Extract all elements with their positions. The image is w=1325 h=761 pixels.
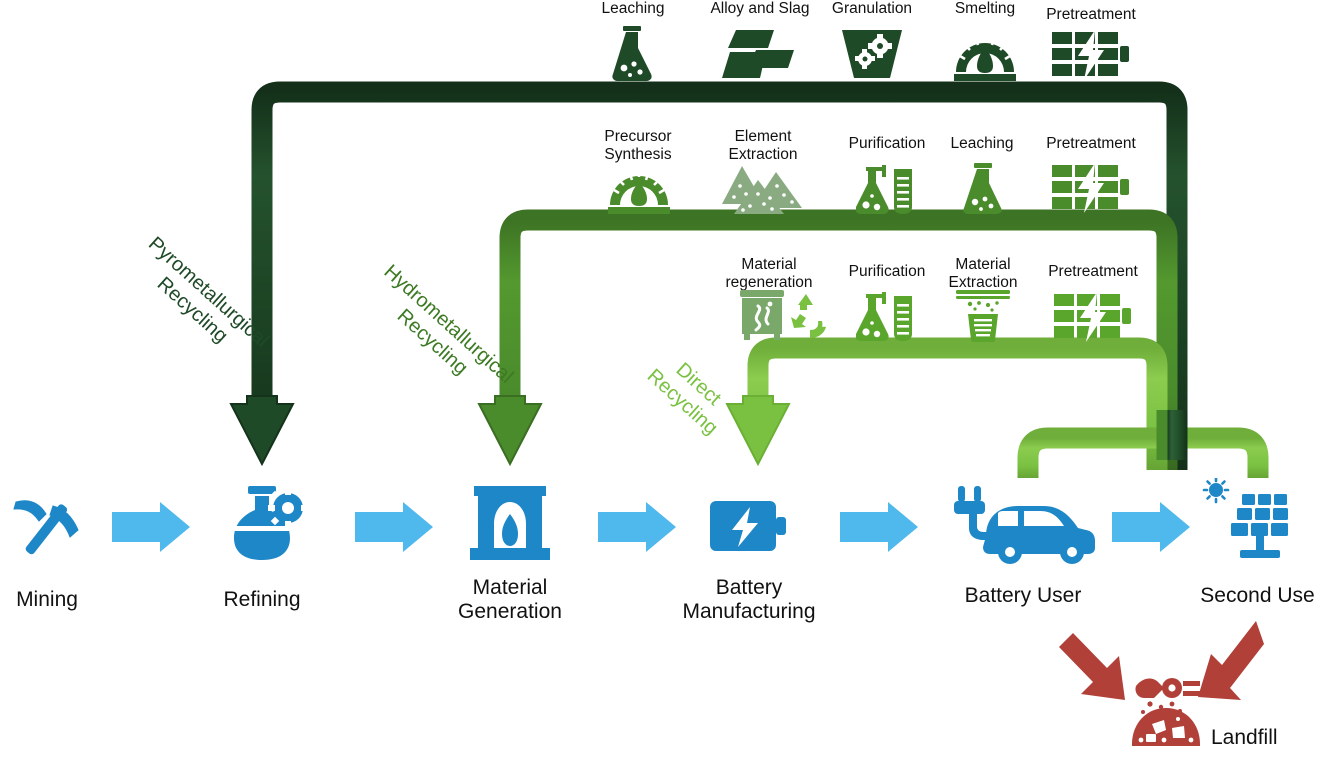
diagram-canvas: Mining Refining Material Generation Batt… — [0, 0, 1325, 761]
red-disposal-arrow — [1059, 633, 1125, 700]
landfill-label: Landfill — [1211, 726, 1278, 749]
landfill-dump-icon — [1128, 674, 1204, 748]
disposal-arrows-layer — [1059, 621, 1264, 700]
red-disposal-arrow — [1198, 621, 1264, 700]
